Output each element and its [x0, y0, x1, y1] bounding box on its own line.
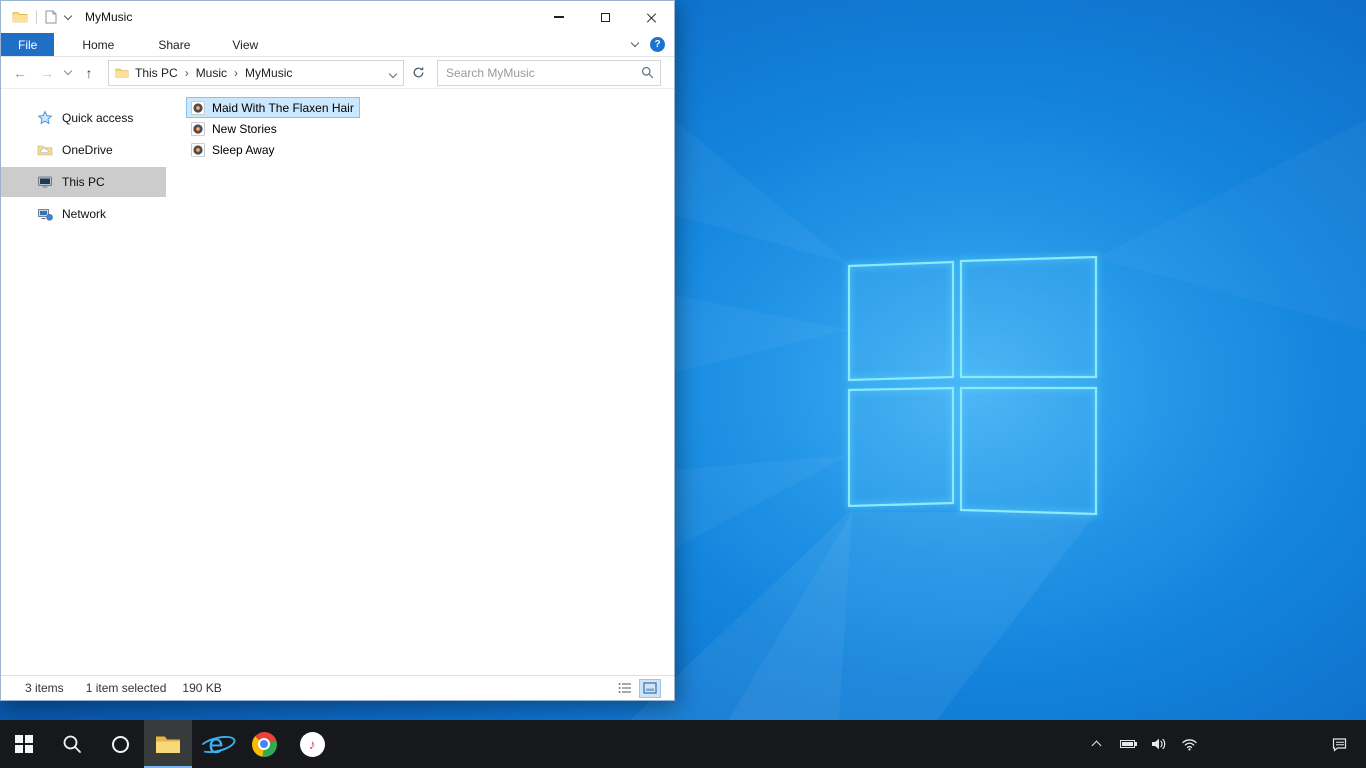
large-icons-view-button[interactable] [639, 678, 661, 698]
start-button[interactable] [0, 720, 48, 768]
breadcrumb-mymusic[interactable]: MyMusic [239, 66, 298, 80]
ribbon-tabs: File Home Share View ? [1, 33, 674, 57]
wifi-icon [1181, 739, 1197, 751]
internet-explorer-icon: e [201, 729, 231, 759]
cortana-icon [111, 735, 129, 753]
tray-overflow-button[interactable] [1086, 734, 1106, 754]
status-bar: 3 items 1 item selected 190 KB [1, 675, 674, 700]
close-button[interactable] [628, 1, 674, 33]
qat-customize-chevron-icon[interactable] [63, 11, 73, 20]
chrome-icon [251, 731, 277, 757]
details-view-button[interactable] [615, 680, 635, 697]
file-name: Sleep Away [212, 142, 275, 157]
music-file-icon [191, 142, 205, 157]
address-dropdown-chevron-icon[interactable] [388, 66, 399, 80]
internet-explorer-button[interactable]: e [192, 720, 240, 768]
up-button[interactable]: ↑ [77, 60, 101, 86]
large-icons-view-icon [643, 682, 657, 694]
taskbar: e ♪ [0, 720, 1366, 768]
sidebar-item-this-pc[interactable]: This PC [1, 167, 166, 197]
selection-count: 1 item selected [85, 681, 167, 695]
search-box [437, 59, 661, 86]
start-icon [15, 735, 33, 753]
qat-separator [36, 10, 37, 24]
caption-buttons [536, 1, 674, 33]
sidebar-item-label: This PC [62, 175, 105, 189]
item-count: 3 items [25, 681, 64, 695]
computer-icon [38, 176, 52, 188]
speaker-icon [1152, 738, 1166, 750]
maximize-icon [600, 12, 610, 22]
itunes-button[interactable]: ♪ [288, 720, 336, 768]
file-name: New Stories [212, 121, 277, 136]
onedrive-folder-icon [37, 145, 53, 156]
tab-share[interactable]: Share [144, 33, 204, 56]
titlebar[interactable]: MyMusic [1, 1, 674, 33]
tab-file[interactable]: File [1, 33, 55, 56]
chrome-button[interactable] [240, 720, 288, 768]
explorer-window: MyMusic File Home Share View ? ← → ↑ Thi… [0, 0, 675, 701]
expand-ribbon-chevron-icon[interactable] [630, 38, 640, 48]
battery-button[interactable] [1117, 734, 1137, 754]
battery-icon [1119, 740, 1137, 748]
taskbar-search-button[interactable] [48, 720, 96, 768]
chevron-up-icon [1091, 740, 1101, 751]
refresh-icon [413, 66, 423, 78]
selection-size: 190 KB [182, 681, 222, 695]
view-toggles [615, 678, 674, 698]
action-center-icon [1332, 738, 1346, 752]
cortana-button[interactable] [96, 720, 144, 768]
address-bar: ← → ↑ This PC › Music › MyMusic [1, 57, 674, 89]
recent-locations-chevron-icon[interactable] [62, 60, 74, 86]
sidebar-item-quick-access[interactable]: Quick access [1, 103, 166, 133]
file-name: Maid With The Flaxen Hair [212, 100, 354, 115]
network-button[interactable] [1179, 734, 1199, 754]
star-icon [37, 110, 53, 125]
window-folder-icon [12, 12, 28, 23]
network-icon [38, 209, 53, 221]
system-tray [1086, 720, 1366, 768]
file-list[interactable]: Maid With The Flaxen Hair New Stories Sl… [166, 89, 674, 675]
breadcrumb-music[interactable]: Music [190, 66, 233, 80]
breadcrumb-this-pc[interactable]: This PC [129, 66, 184, 80]
minimize-button[interactable] [536, 1, 582, 33]
search-icon [63, 735, 81, 753]
address-box[interactable]: This PC › Music › MyMusic [108, 59, 404, 86]
refresh-button[interactable] [407, 60, 429, 86]
sidebar-item-label: OneDrive [62, 143, 113, 157]
minimize-icon [554, 16, 564, 18]
search-icon[interactable] [641, 66, 654, 79]
volume-button[interactable] [1148, 734, 1168, 754]
back-button[interactable]: ← [8, 60, 32, 86]
taskbar-file-explorer-button[interactable] [144, 720, 192, 768]
sidebar-item-network[interactable]: Network [1, 199, 166, 229]
file-row-sleep-away[interactable]: Sleep Away [186, 139, 281, 160]
details-view-icon [618, 683, 631, 693]
close-icon [646, 12, 657, 23]
quick-access-toolbar [1, 9, 73, 25]
tab-view[interactable]: View [218, 33, 272, 56]
sidebar-item-onedrive[interactable]: OneDrive [1, 135, 166, 165]
music-file-icon [191, 121, 205, 136]
window-body: Quick access OneDrive This PC Network Ma… [1, 89, 674, 675]
tab-home[interactable]: Home [68, 33, 128, 56]
maximize-button[interactable] [582, 1, 628, 33]
action-center-button[interactable] [1329, 734, 1349, 754]
itunes-icon: ♪ [299, 731, 325, 757]
file-row-maid-with-the-flaxen-hair[interactable]: Maid With The Flaxen Hair [186, 97, 360, 118]
file-explorer-icon [156, 736, 180, 753]
window-title: MyMusic [85, 10, 133, 24]
forward-button[interactable]: → [35, 60, 59, 86]
qat-properties-icon[interactable] [45, 10, 57, 24]
sidebar-item-label: Quick access [62, 111, 134, 125]
search-input[interactable] [446, 65, 641, 80]
navigation-pane: Quick access OneDrive This PC Network [1, 89, 166, 675]
help-icon[interactable]: ? [650, 37, 665, 52]
music-file-icon [191, 100, 205, 115]
file-row-new-stories[interactable]: New Stories [186, 118, 283, 139]
sidebar-item-label: Network [62, 207, 107, 221]
address-folder-icon [115, 68, 129, 78]
